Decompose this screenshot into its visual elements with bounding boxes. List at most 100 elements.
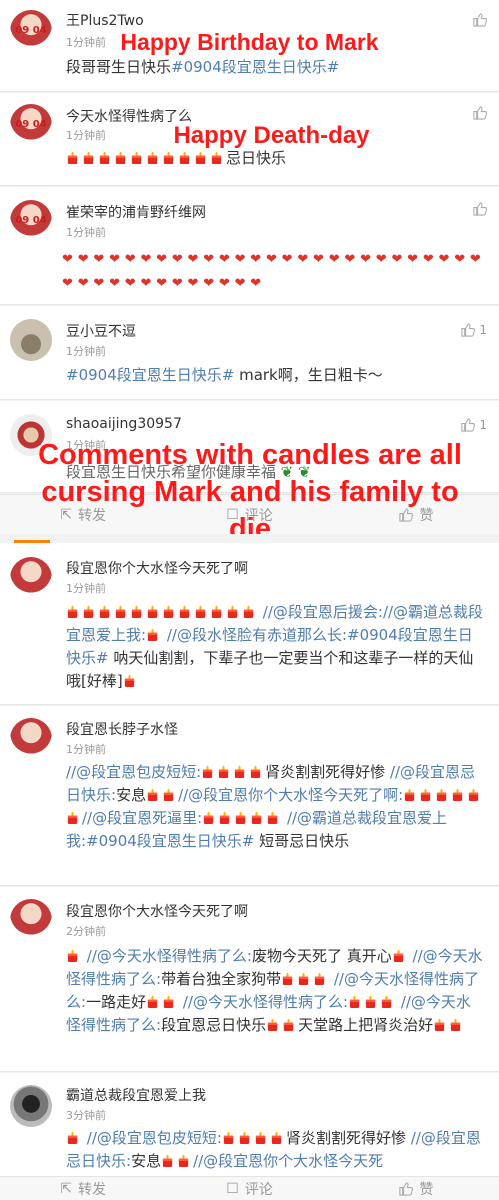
heart-icon: ❤ (109, 252, 120, 267)
username[interactable]: 豆小豆不逗 (66, 321, 136, 341)
username[interactable]: 段宜恩长脖子水怪 (66, 719, 178, 739)
heart-icon: ❤ (250, 252, 262, 267)
comment-plain-text: 段宜恩忌日快乐 (161, 1016, 267, 1034)
candle-icon (250, 811, 263, 824)
candle-emoji-row (201, 763, 265, 781)
heart-icon: ❤ (234, 276, 246, 291)
avatar[interactable] (10, 718, 52, 760)
candle-icon (123, 674, 136, 687)
mention-link[interactable]: //@段宜恩后援会: (263, 603, 383, 621)
heart-icon: ❤ (313, 252, 324, 267)
like-label: 赞 (419, 1181, 434, 1198)
mention-link[interactable]: //@段宜恩你个大水怪今天死了啊: (178, 786, 403, 804)
avatar[interactable] (10, 319, 52, 361)
candle-icon (218, 811, 231, 824)
candle-icon (254, 1131, 267, 1144)
avatar[interactable] (10, 899, 52, 941)
candle-icon (98, 151, 111, 164)
like-button[interactable] (472, 12, 487, 27)
hashtag-link[interactable]: #0904段宜恩生日快乐# (86, 832, 254, 850)
candle-icon (266, 1018, 279, 1031)
candle-emoji-row (348, 993, 396, 1011)
mention-link[interactable]: //@段宜恩你个大水怪今天死 (193, 1152, 383, 1170)
heart-icon: ❤ (171, 276, 183, 291)
heart-icon: ❤ (265, 252, 277, 267)
avatar[interactable] (10, 1085, 52, 1127)
comment-text: 段哥哥生日快乐#0904段宜恩生日快乐# (66, 56, 485, 79)
forward-button[interactable]: ⇱ 转发 (0, 1177, 166, 1200)
heart-icon: ❤ (250, 276, 262, 291)
username[interactable]: shaoaijing30957 (66, 416, 182, 432)
mention-link[interactable]: //@段宜恩死逼里: (82, 809, 202, 827)
comment-plain-text: 安息 (131, 1152, 162, 1170)
candle-icon (270, 1131, 283, 1144)
mention-link[interactable]: //@段水怪脸有赤道那么长: (167, 626, 347, 644)
candle-emoji-row (66, 947, 82, 965)
heart-icon: ❤ (156, 276, 168, 291)
candle-icon (114, 605, 127, 618)
comment-plain-text: 安息 (116, 786, 147, 804)
like-button[interactable]: 1 (460, 417, 487, 432)
heart-icon: ❤ (187, 276, 199, 291)
candle-icon (234, 811, 247, 824)
candle-icon (194, 605, 207, 618)
mention-link[interactable]: //@今天水怪得性病了么: (183, 993, 348, 1011)
heart-icon: ❤ (281, 252, 293, 267)
candle-icon (451, 788, 464, 801)
candle-icon (114, 151, 127, 164)
candle-icon (66, 605, 79, 618)
candle-icon (177, 1154, 190, 1167)
candle-emoji-row (146, 626, 162, 644)
heart-icon: ❤ (454, 252, 466, 267)
avatar[interactable]: 09 04 (10, 200, 52, 242)
heart-icon: ❤ (140, 276, 152, 291)
like-button[interactable] (472, 105, 487, 120)
candle-emoji-row (392, 947, 408, 965)
like-action-button[interactable]: 赞 (333, 1177, 499, 1200)
candle-icon (82, 151, 95, 164)
caption-overlay: Happy Birthday to Mark (120, 29, 379, 55)
candle-icon (467, 788, 480, 801)
heart-icon: ❤ (77, 252, 89, 267)
candle-icon (419, 788, 432, 801)
username[interactable]: 段宜恩你个大水怪今天死了啊 (66, 558, 248, 578)
timestamp: 2分钟前 (66, 925, 106, 938)
heart-icon: ❤ (140, 252, 152, 267)
candle-icon (146, 605, 159, 618)
username[interactable]: 王Plus2Two (66, 10, 144, 30)
heart-icon: ❤ (297, 252, 309, 267)
thumb-up-icon (460, 417, 475, 432)
heart-icon: ❤ (344, 252, 356, 267)
username[interactable]: 霸道总裁段宜恩爱上我 (66, 1085, 206, 1105)
hashtag-link[interactable]: #0904段宜恩生日快乐# (171, 58, 339, 76)
username[interactable]: 段宜恩你个大水怪今天死了啊 (66, 901, 248, 921)
candle-icon (66, 151, 79, 164)
comment-button[interactable]: ☐ 评论 (166, 1177, 332, 1200)
mention-link[interactable]: //@段宜恩包皮短短: (87, 1129, 222, 1147)
comment-text: //@今天水怪得性病了么:废物今天死了 真开心 //@今天水怪得性病了么:带着台… (66, 945, 485, 1037)
hashtag-link[interactable]: #0904段宜恩生日快乐# (66, 366, 234, 384)
heart-icon: ❤ (203, 276, 215, 291)
comment-text: //@段宜恩包皮短短: 肾炎割割死得好惨 //@段宜恩忌日快乐:安息//@段宜恩你… (66, 761, 485, 853)
username[interactable]: 崔荣宰的浦肯野纤维网 (66, 202, 206, 222)
candle-icon (297, 972, 310, 985)
candle-icon (435, 788, 448, 801)
candle-icon (364, 995, 377, 1008)
heart-icon: ❤ (218, 252, 230, 267)
timestamp: 1分钟前 (66, 582, 106, 595)
like-button[interactable] (472, 201, 487, 216)
candle-icon (201, 765, 214, 778)
like-button[interactable]: 1 (460, 322, 487, 337)
mention-link[interactable]: //@今天水怪得性病了么: (87, 947, 252, 965)
candle-icon (313, 972, 326, 985)
candle-emoji-row (266, 1016, 298, 1034)
comment-plain-text: 天堂路上把肾炎治好 (298, 1016, 434, 1034)
heart-icon: ❤ (391, 252, 403, 267)
avatar[interactable] (10, 557, 52, 599)
thumb-up-icon (472, 105, 487, 120)
candle-icon (130, 605, 143, 618)
heart-icon: ❤ (218, 276, 230, 291)
mention-link[interactable]: //@段宜恩包皮短短: (66, 763, 201, 781)
candle-icon (162, 995, 175, 1008)
comment-item: 豆小豆不逗 1分钟前 #0904段宜恩生日快乐# mark啊，生日粗卡～ 1 (0, 306, 499, 400)
